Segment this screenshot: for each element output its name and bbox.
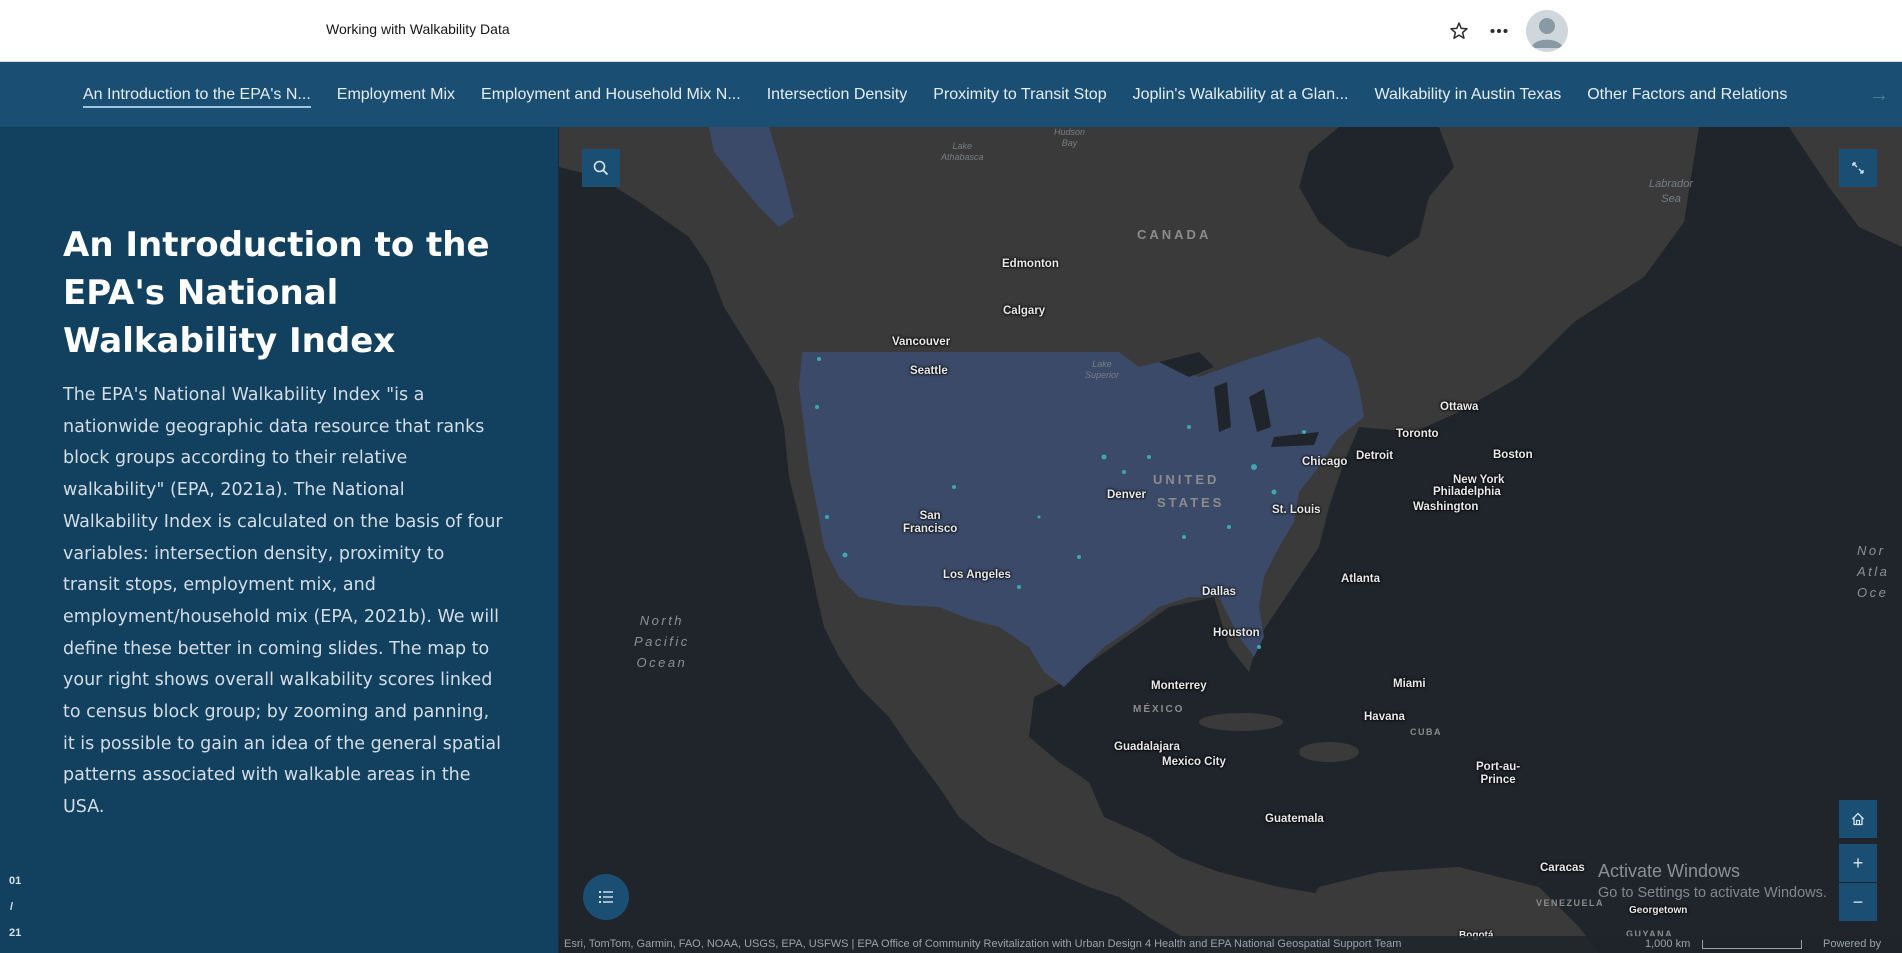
next-tabs-arrow-icon[interactable]: → [1864, 80, 1894, 110]
city-label: San Francisco [903, 510, 958, 535]
city-label: Caracas [1540, 862, 1585, 874]
city-label: Washington [1413, 501, 1479, 513]
slide-title: An Introduction to the EPA's National Wa… [63, 225, 490, 361]
city-label: Houston [1213, 627, 1260, 639]
story-title: Working with Walkability Data [326, 21, 510, 37]
city-label: Mexico City [1162, 756, 1226, 768]
labrador-sea-label: Labrador Sea [1649, 178, 1694, 205]
city-label: Boston [1493, 449, 1533, 461]
city-label: Guatemala [1265, 813, 1324, 825]
us-label-line2: STATES [1157, 495, 1225, 510]
city-label: Georgetown [1629, 905, 1688, 916]
slide-tabs: An Introduction to the EPA's N... Employ… [70, 62, 1818, 127]
user-avatar[interactable] [1526, 10, 1568, 52]
tab-other-factors[interactable]: Other Factors and Relations [1574, 62, 1800, 127]
slide-navigation: An Introduction to the EPA's N... Employ… [0, 62, 1902, 127]
slide-body-text: The EPA's National Walkability Index "is… [63, 385, 503, 818]
city-label: Denver [1107, 489, 1146, 501]
city-label: Havana [1364, 711, 1405, 723]
city-label: Calgary [1003, 305, 1046, 317]
windows-activation-title: Activate Windows [1598, 861, 1741, 881]
city-label: Chicago [1302, 456, 1348, 468]
tab-label: Employment and Household Mix N... [481, 86, 741, 103]
app-header: Working with Walkability Data [0, 0, 1902, 62]
canada-label: CANADA [1137, 227, 1212, 242]
mexico-label: MÉXICO [1133, 704, 1185, 715]
slide-counter-current: 01 [9, 875, 22, 887]
city-label: Seattle [910, 365, 948, 377]
tab-joplin[interactable]: Joplin's Walkability at a Glan... [1120, 62, 1362, 127]
tab-label: Walkability in Austin Texas [1374, 86, 1562, 103]
scale-label: 1,000 km [1645, 938, 1691, 950]
home-icon [1852, 812, 1864, 826]
more-options-icon[interactable] [1486, 18, 1512, 44]
attribution-text: Esri, TomTom, Garmin, FAO, NOAA, USGS, E… [564, 938, 1402, 950]
city-label: Dallas [1202, 586, 1236, 598]
city-label: Monterrey [1151, 680, 1207, 692]
city-label: Atlanta [1341, 573, 1380, 585]
slide-counter-separator: / [10, 901, 14, 913]
tab-employment-household-mix[interactable]: Employment and Household Mix N... [468, 62, 754, 127]
city-label: Los Angeles [943, 569, 1011, 581]
tab-label: Intersection Density [766, 86, 908, 103]
tab-label: An Introduction to the EPA's N... [83, 86, 311, 108]
tab-intersection-density[interactable]: Intersection Density [754, 62, 921, 127]
walkability-map[interactable]: Hudson Bay Lake Athabasca Lake Superior … [559, 127, 1902, 953]
north-pacific-label: North Pacific Ocean [634, 613, 690, 670]
us-label-line1: UNITED [1153, 472, 1220, 487]
lake-superior-label: Lake Superior [1085, 359, 1120, 380]
lake-athabasca-label: Lake Athabasca [941, 141, 984, 162]
tab-austin[interactable]: Walkability in Austin Texas [1361, 62, 1574, 127]
zoom-in-button[interactable]: + [1839, 844, 1877, 882]
tab-label: Proximity to Transit Stop [933, 86, 1107, 103]
tab-label: Employment Mix [336, 86, 456, 103]
city-label: Miami [1393, 678, 1426, 690]
city-label: New York [1453, 474, 1505, 486]
expand-icon [1852, 162, 1864, 174]
basemap-graphic [559, 127, 1902, 953]
fullscreen-button[interactable] [1839, 149, 1877, 187]
list-icon [599, 891, 613, 903]
map-attribution-bar: Esri, TomTom, Garmin, FAO, NOAA, USGS, E… [559, 936, 1902, 953]
slide-counter-total: 21 [9, 927, 22, 939]
home-button[interactable] [1839, 800, 1877, 838]
favorite-star-icon[interactable] [1446, 18, 1472, 44]
search-icon [593, 160, 609, 176]
city-label: Port-au- Prince [1476, 761, 1521, 786]
city-label: Detroit [1356, 450, 1394, 462]
windows-activation-subtitle: Go to Settings to activate Windows. [1598, 885, 1827, 901]
city-label: Ottawa [1440, 401, 1479, 413]
hudson-bay-label: Hudson Bay [1054, 127, 1086, 148]
venezuela-label: VENEZUELA [1536, 898, 1605, 908]
zoom-out-button[interactable]: − [1839, 883, 1877, 921]
city-label: Vancouver [892, 336, 951, 348]
city-label: Philadelphia [1433, 486, 1501, 498]
scale-bar [1702, 940, 1802, 949]
powered-by-link[interactable]: Powered by Esri [1823, 936, 1902, 953]
tab-proximity-transit[interactable]: Proximity to Transit Stop [920, 62, 1119, 127]
city-label: St. Louis [1272, 504, 1321, 516]
tab-label: Other Factors and Relations [1587, 86, 1788, 103]
tab-introduction[interactable]: An Introduction to the EPA's N... [70, 62, 324, 127]
tab-employment-mix[interactable]: Employment Mix [324, 62, 468, 127]
tab-label: Joplin's Walkability at a Glan... [1132, 86, 1349, 103]
city-label: Edmonton [1002, 258, 1059, 270]
city-label: Guadalajara [1114, 741, 1180, 753]
city-label: Toronto [1396, 428, 1439, 440]
legend-button[interactable] [583, 874, 629, 920]
narrative-panel: An Introduction to the EPA's National Wa… [0, 127, 559, 953]
cuba-label: CUBA [1410, 727, 1442, 737]
map-search-button[interactable] [582, 149, 620, 187]
north-atlantic-label: Nor Atla Oce [1857, 543, 1890, 600]
